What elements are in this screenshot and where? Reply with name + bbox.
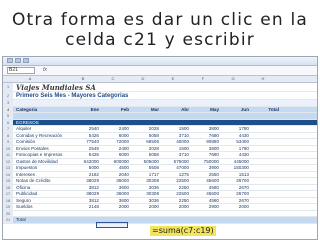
row-number[interactable]: 18 <box>3 197 13 203</box>
column-header[interactable]: D <box>129 76 157 82</box>
sheet-grid: 1 Viajes Mundiales SA 2 Primero Seis Mes - … <box>3 83 317 224</box>
row-number[interactable]: 1 <box>3 83 13 91</box>
sheet-row[interactable]: 21 Total <box>3 217 317 224</box>
column-header[interactable]: G <box>219 76 247 82</box>
slide-title: Otra forma es dar un clic en la celda c2… <box>11 10 309 50</box>
ribbon-toolbar <box>3 57 317 66</box>
selected-cell-c21[interactable] <box>96 222 128 228</box>
row-number[interactable]: 15 <box>3 178 13 184</box>
row-number[interactable]: 2 <box>3 92 13 99</box>
name-box[interactable]: B21 <box>7 67 35 74</box>
sheet-row[interactable]: 1 Viajes Mundiales SA <box>3 83 317 92</box>
column-header[interactable]: E <box>159 76 187 82</box>
row-number[interactable]: 6 <box>3 119 13 125</box>
spreadsheet-window: B21 fx A BCDEFGH 1 Viajes Mundiales SA 2 Pri… <box>2 56 318 240</box>
redo-icon[interactable] <box>23 58 29 63</box>
formula-bar: B21 fx <box>3 66 317 76</box>
row-number[interactable]: 4 <box>3 106 13 112</box>
row-number[interactable]: 9 <box>3 139 13 145</box>
row-number[interactable]: 11 <box>3 152 13 158</box>
sheet-subtitle: Primero Seis Mes - Mayores Categorias <box>16 93 129 99</box>
column-header[interactable]: H <box>249 76 277 82</box>
fx-icon[interactable]: fx <box>43 66 47 75</box>
row-number[interactable]: 20 <box>3 210 13 216</box>
total-label: Total <box>16 217 26 222</box>
row-number[interactable]: 19 <box>3 204 13 210</box>
column-header[interactable]: C <box>99 76 127 82</box>
column-header[interactable]: F <box>189 76 217 82</box>
sheet-row[interactable]: 2 Primero Seis Mes - Mayores Categorias <box>3 92 317 100</box>
column-header[interactable]: A <box>16 76 44 82</box>
company-name: Viajes Mundiales SA <box>16 83 96 92</box>
formula-hint: =suma(c7:c19) <box>150 226 216 236</box>
row-number[interactable]: 12 <box>3 158 13 164</box>
row-number[interactable]: 7 <box>3 126 13 132</box>
row-number[interactable]: 16 <box>3 184 13 190</box>
row-number[interactable]: 17 <box>3 191 13 197</box>
row-number[interactable]: 21 <box>3 217 13 223</box>
row-number[interactable]: 5 <box>3 113 13 119</box>
undo-icon[interactable] <box>15 58 21 63</box>
row-number[interactable]: 13 <box>3 165 13 171</box>
column-header[interactable]: B <box>69 76 97 82</box>
column-headers: A BCDEFGH <box>3 76 317 83</box>
row-number[interactable]: 8 <box>3 132 13 138</box>
row-number[interactable]: 3 <box>3 100 13 106</box>
save-icon[interactable] <box>7 58 13 63</box>
row-number[interactable]: 10 <box>3 145 13 151</box>
row-number[interactable]: 14 <box>3 171 13 177</box>
